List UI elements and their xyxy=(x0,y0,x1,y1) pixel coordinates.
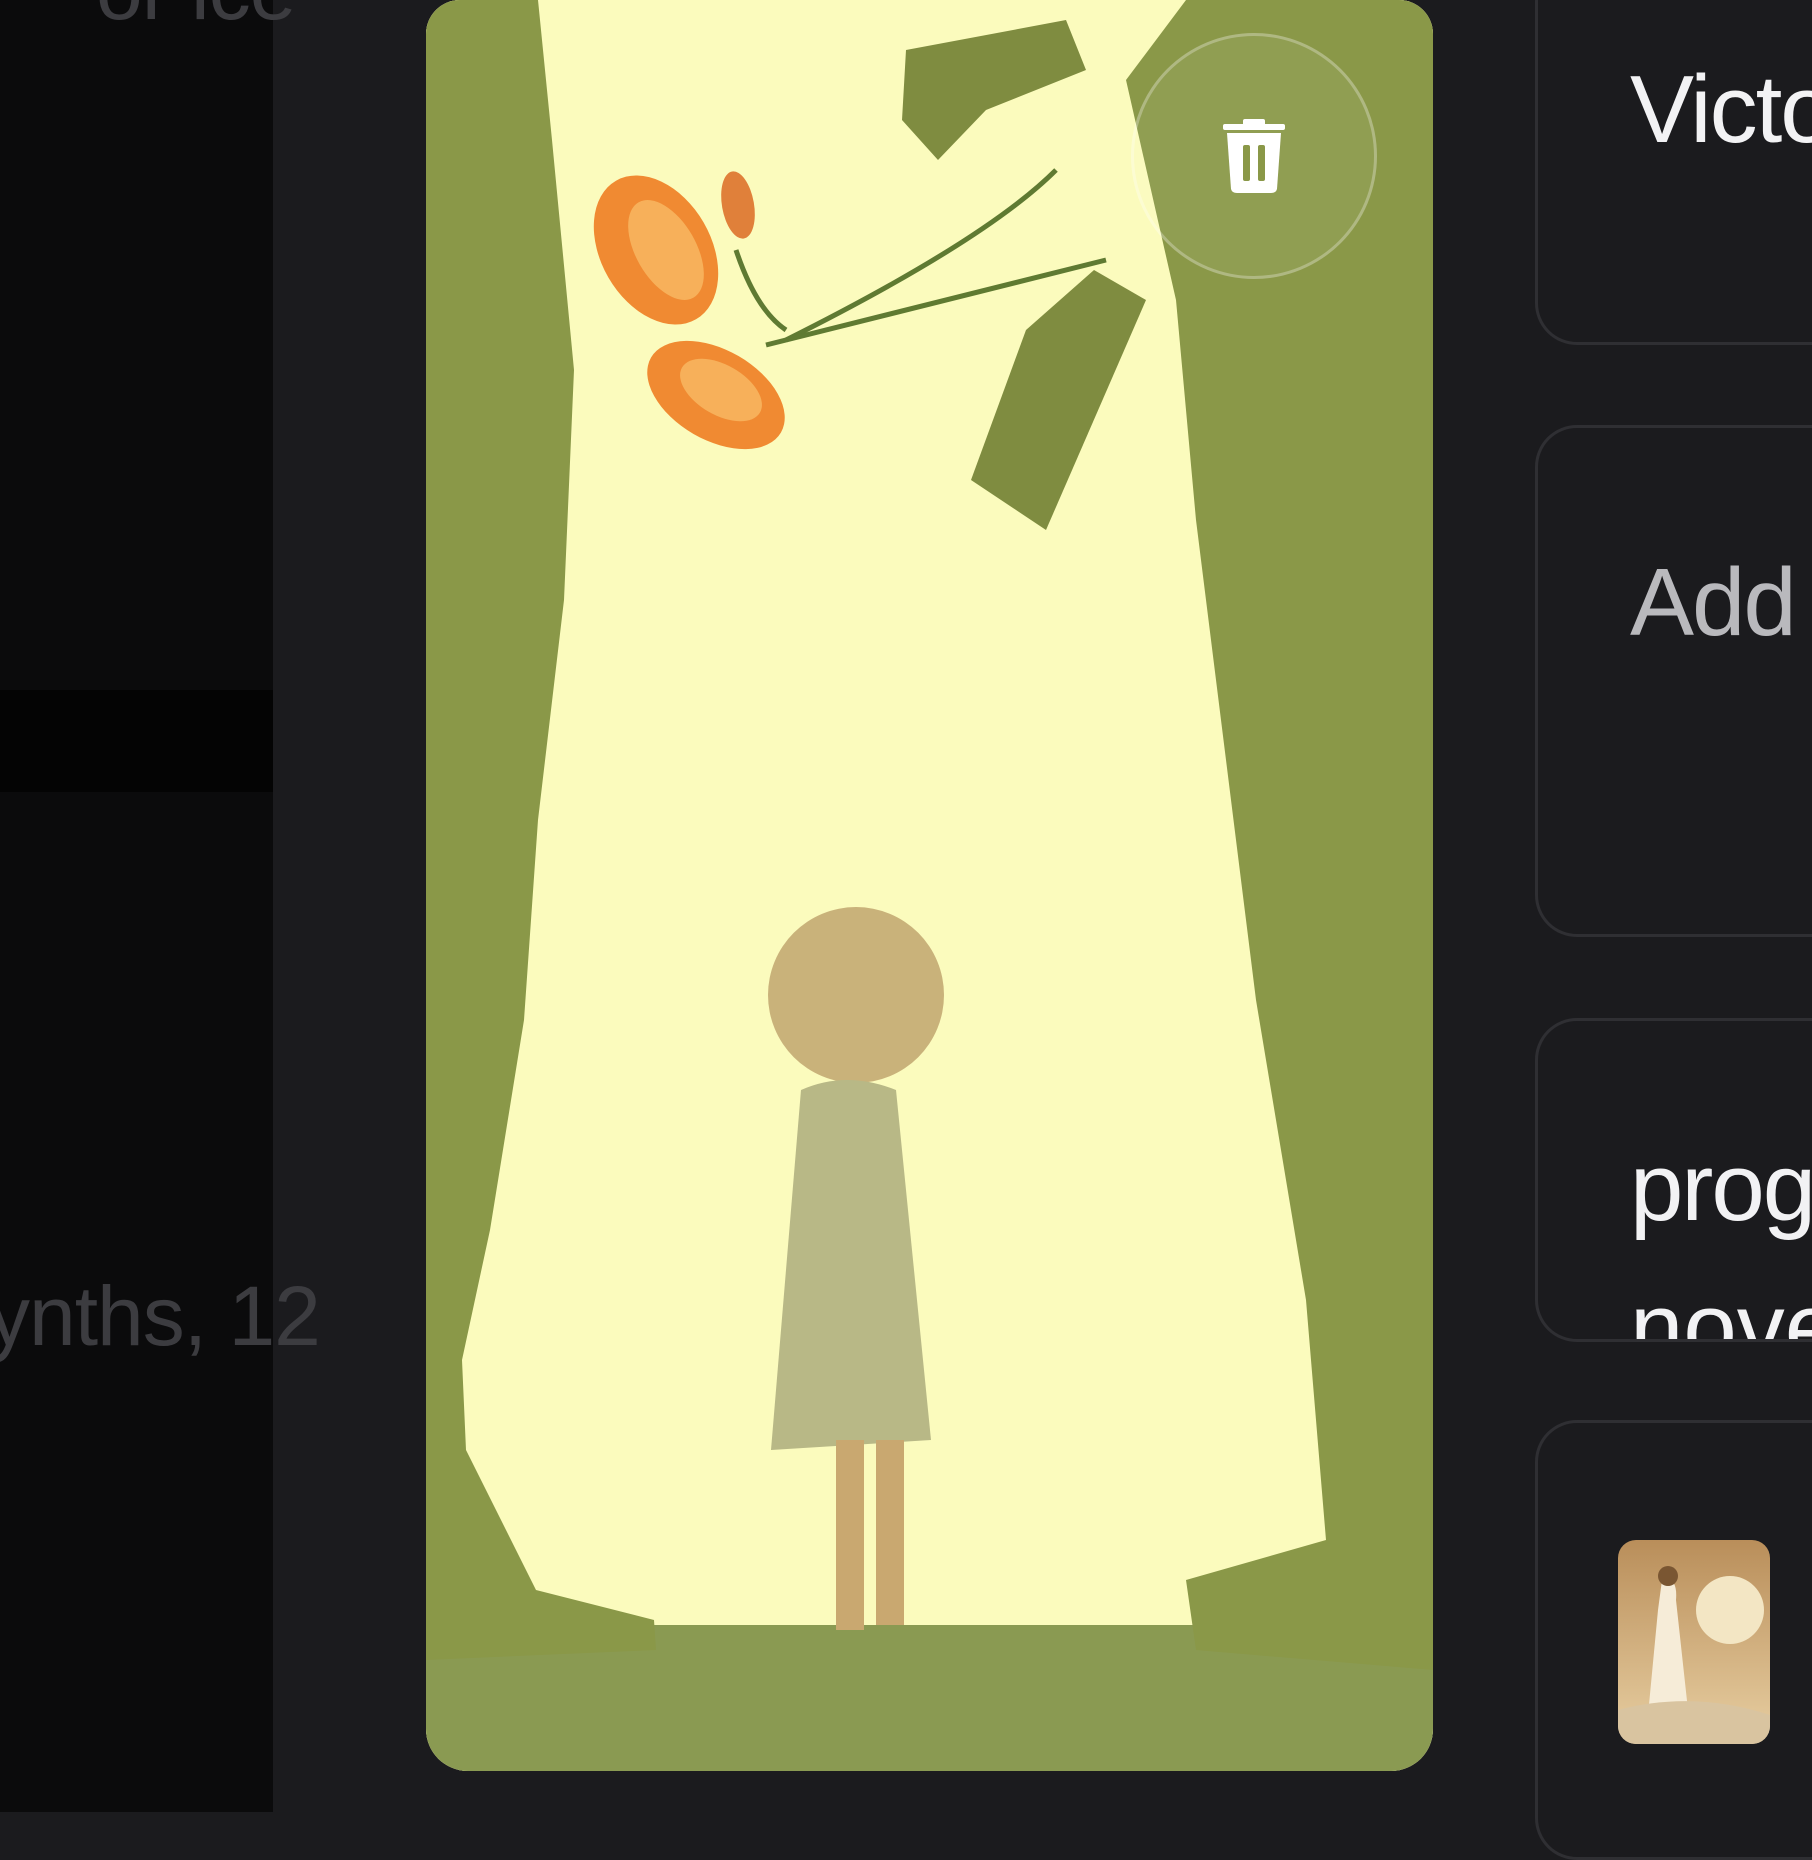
delete-button[interactable] xyxy=(1131,33,1377,279)
add-panel[interactable]: Add xyxy=(1535,425,1812,937)
trash-icon xyxy=(1223,119,1285,193)
style-text: prog xyxy=(1630,1134,1812,1241)
background-text-bottom: ynths, 12 xyxy=(0,1269,321,1363)
reference-thumbnail[interactable] xyxy=(1618,1540,1770,1744)
add-placeholder: Add xyxy=(1630,549,1797,656)
prompt-panel[interactable]: Victo xyxy=(1535,0,1812,345)
style-panel[interactable]: prog nove xyxy=(1535,1018,1812,1342)
prompt-text: Victo xyxy=(1630,56,1812,163)
style-text-line2: nove xyxy=(1630,1274,1812,1342)
reference-panel[interactable] xyxy=(1535,1420,1812,1860)
background-strip xyxy=(0,690,273,792)
background-panel: or ice ynths, 12 xyxy=(0,0,321,1812)
background-text-top: or ice xyxy=(96,0,296,39)
reference-image xyxy=(1618,1540,1770,1744)
